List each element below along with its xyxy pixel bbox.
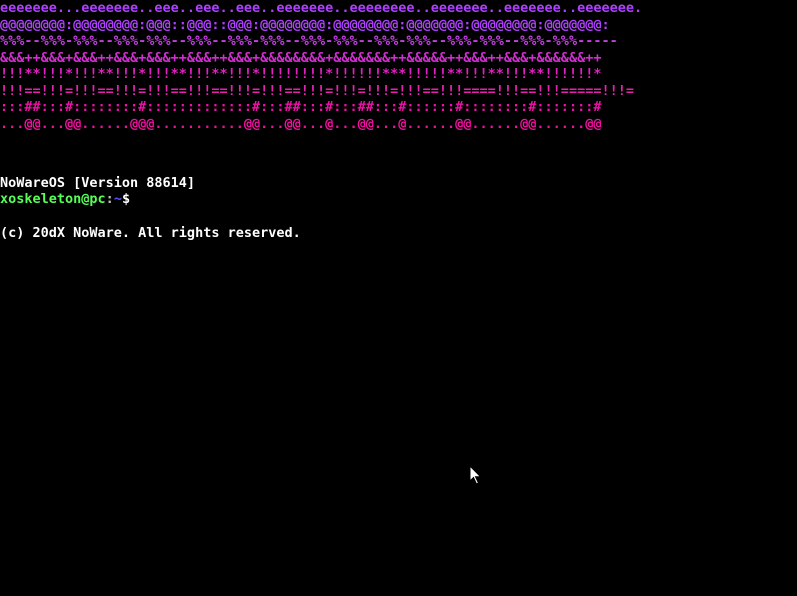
banner-line: :::##:::#::::::::#:::::::::::::#:::##:::… xyxy=(0,99,602,115)
ascii-banner: eeeeeee...eeeeeee..eee..eee..eee..eeeeee… xyxy=(0,0,642,132)
terminal-window[interactable]: eeeeeee...eeeeeee..eee..eee..eee..eeeeee… xyxy=(0,0,797,596)
mouse-pointer-icon xyxy=(469,465,482,485)
prompt-user-host: xoskeleton@pc xyxy=(0,191,106,207)
prompt-path: ~ xyxy=(113,191,122,207)
copyright-line: (c) 20dX NoWare. All rights reserved. xyxy=(0,224,301,241)
version-line: NoWareOS [Version 88614] xyxy=(0,175,196,191)
command-prompt[interactable]: xoskeleton@pc: ~ $ xyxy=(0,191,130,208)
prompt-separator: : xyxy=(105,191,114,207)
banner-line: eeeeeee...eeeeeee..eee..eee..eee..eeeeee… xyxy=(0,0,643,16)
banner-line: &&&++&&&+&&&++&&&+&&&++&&&++&&&+&&&&&&&&… xyxy=(0,49,602,66)
system-info: NoWareOS [Version 88614] (c) 20dX NoWare… xyxy=(0,142,301,274)
banner-line: %%%--%%%-%%%--%%%-%%%--%%%--%%%-%%%--%%%… xyxy=(0,33,618,49)
banner-line: !!!==!!!=!!!==!!!=!!!==!!!==!!!=!!!==!!!… xyxy=(0,82,634,99)
banner-line: !!!**!!!*!!!**!!!*!!!**!!!**!!!*!!!!!!!!… xyxy=(0,66,602,82)
banner-line: ...@@...@@......@@@...........@@...@@...… xyxy=(0,115,602,132)
banner-line: @@@@@@@@:@@@@@@@@:@@@::@@@::@@@:@@@@@@@@… xyxy=(0,16,610,33)
prompt-symbol: $ xyxy=(121,191,131,207)
